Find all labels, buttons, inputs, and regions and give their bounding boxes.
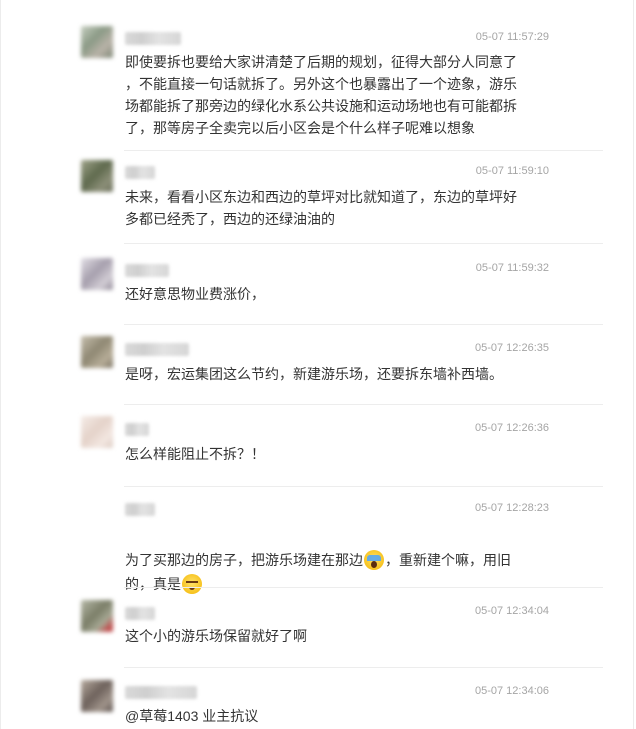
username-blurred[interactable]	[125, 607, 155, 620]
comment-time: 05-07 11:59:32	[475, 262, 549, 274]
comment-text: 怎么样能阻止不拆？！	[125, 446, 265, 462]
avatar[interactable]	[81, 160, 113, 192]
divider	[124, 587, 603, 588]
avatar[interactable]	[81, 258, 113, 290]
comment-time: 05-07 12:26:36	[474, 422, 549, 434]
avatar[interactable]	[81, 336, 113, 368]
comment-text: 还好意思物业费涨价，	[125, 286, 265, 302]
comment-text: 即使要拆也要给大家讲清楚了后期的规划，征得大部分人同意了 ，不能直接一句话就拆了…	[125, 54, 517, 136]
divider	[124, 404, 603, 405]
divider	[124, 243, 603, 244]
username-blurred[interactable]	[125, 166, 155, 179]
divider	[124, 150, 603, 151]
comment-text: 未来，看看小区东边和西边的草坪对比就知道了，东边的草坪好 多都已经秃了，西边的还…	[125, 189, 517, 227]
comment-text-part: 为了买那边的房子，把游乐场建在那边	[125, 552, 363, 568]
username-blurred[interactable]	[125, 686, 197, 699]
username-blurred[interactable]	[125, 264, 169, 277]
comment-time: 05-07 12:34:04	[474, 605, 549, 617]
avatar[interactable]	[81, 416, 113, 448]
scream-icon	[364, 550, 384, 570]
comment-time: 05-07 12:26:35	[474, 342, 549, 354]
sleepy-icon	[182, 574, 202, 594]
comment-time: 05-07 12:28:23	[474, 502, 549, 514]
username-blurred[interactable]	[125, 32, 181, 45]
username-blurred[interactable]	[125, 503, 155, 516]
username-blurred[interactable]	[125, 343, 189, 356]
divider	[124, 324, 603, 325]
divider	[124, 486, 603, 487]
comment-time: 05-07 11:59:10	[475, 165, 549, 177]
comment-time: 05-07 11:57:29	[475, 31, 549, 43]
divider	[124, 667, 603, 668]
comment-text: 是呀，宏运集团这么节约，新建游乐场，还要拆东墙补西墙。	[125, 366, 503, 382]
avatar[interactable]	[81, 26, 113, 58]
comment-text: 这个小的游乐场保留就好了啊	[125, 628, 307, 644]
avatar[interactable]	[81, 600, 113, 632]
comment-panel: 05-07 11:57:29 即使要拆也要给大家讲清楚了后期的规划，征得大部分人…	[0, 0, 634, 729]
comment-text: 为了买那边的房子，把游乐场建在那边 ，重新建个嘛，用旧 的，真是	[125, 524, 535, 596]
comment-text: @草莓1403 业主抗议	[125, 708, 259, 724]
comment-time: 05-07 12:34:06	[474, 685, 549, 697]
avatar[interactable]	[81, 680, 113, 712]
username-blurred[interactable]	[125, 423, 149, 436]
